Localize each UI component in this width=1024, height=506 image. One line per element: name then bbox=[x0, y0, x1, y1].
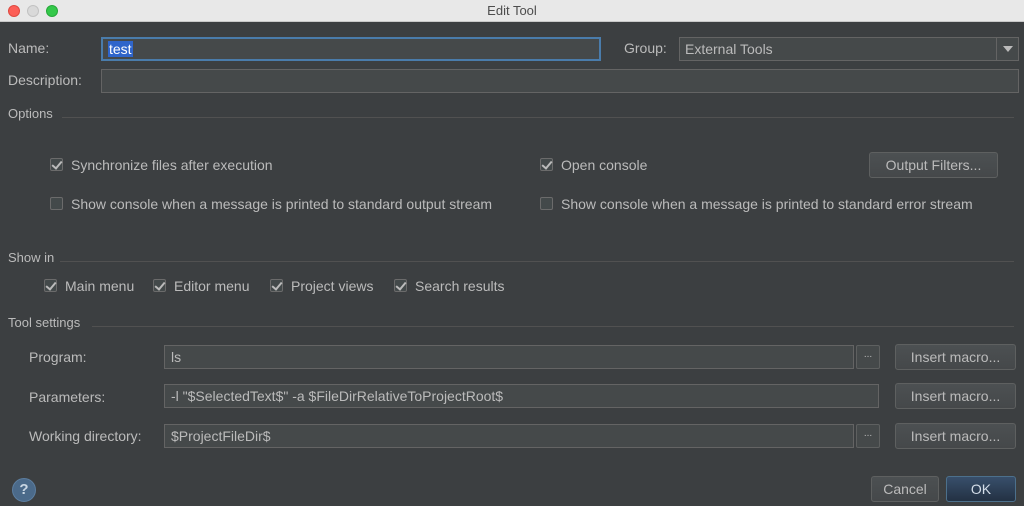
help-button[interactable]: ? bbox=[12, 478, 36, 502]
help-icon: ? bbox=[19, 481, 29, 498]
tool-settings-separator bbox=[92, 326, 1014, 327]
group-select-value: External Tools bbox=[685, 41, 773, 57]
program-input[interactable]: ls bbox=[164, 345, 854, 369]
show-console-stdout-label[interactable]: Show console when a message is printed t… bbox=[71, 196, 492, 212]
main-menu-checkbox[interactable] bbox=[44, 279, 57, 292]
ok-button[interactable]: OK bbox=[946, 476, 1016, 502]
program-insert-macro-button[interactable]: Insert macro... bbox=[895, 344, 1016, 370]
search-results-label[interactable]: Search results bbox=[415, 278, 504, 294]
parameters-insert-macro-button[interactable]: Insert macro... bbox=[895, 383, 1016, 409]
show-console-stderr-label[interactable]: Show console when a message is printed t… bbox=[561, 196, 973, 212]
open-console-label[interactable]: Open console bbox=[561, 157, 647, 173]
title-bar: Edit Tool bbox=[0, 0, 1024, 22]
group-label: Group: bbox=[624, 40, 667, 56]
working-directory-label: Working directory: bbox=[29, 428, 142, 444]
options-heading: Options bbox=[8, 106, 53, 121]
name-input[interactable]: test bbox=[101, 37, 601, 61]
description-label: Description: bbox=[8, 72, 82, 88]
name-label: Name: bbox=[8, 40, 50, 56]
cancel-button[interactable]: Cancel bbox=[871, 476, 939, 502]
show-in-separator bbox=[60, 261, 1014, 262]
parameters-input[interactable]: -l "$SelectedText$" -a $FileDirRelativeT… bbox=[164, 384, 879, 408]
open-console-checkbox[interactable] bbox=[540, 158, 553, 171]
parameters-label: Parameters: bbox=[29, 389, 106, 405]
chevron-down-icon[interactable] bbox=[996, 38, 1018, 60]
search-results-checkbox[interactable] bbox=[394, 279, 407, 292]
program-label: Program: bbox=[29, 349, 87, 365]
sync-files-checkbox[interactable] bbox=[50, 158, 63, 171]
show-console-stdout-checkbox[interactable] bbox=[50, 197, 63, 210]
options-separator bbox=[62, 117, 1014, 118]
project-views-label[interactable]: Project views bbox=[291, 278, 373, 294]
editor-menu-checkbox[interactable] bbox=[153, 279, 166, 292]
show-console-stderr-checkbox[interactable] bbox=[540, 197, 553, 210]
working-directory-input[interactable]: $ProjectFileDir$ bbox=[164, 424, 854, 448]
output-filters-button[interactable]: Output Filters... bbox=[869, 152, 998, 178]
show-in-heading: Show in bbox=[8, 250, 55, 265]
working-directory-browse-button[interactable]: ... bbox=[856, 424, 880, 448]
name-input-value: test bbox=[108, 41, 133, 57]
project-views-checkbox[interactable] bbox=[270, 279, 283, 292]
window-title: Edit Tool bbox=[487, 3, 537, 18]
main-menu-label[interactable]: Main menu bbox=[65, 278, 134, 294]
group-select[interactable]: External Tools bbox=[679, 37, 1019, 61]
tool-settings-heading: Tool settings bbox=[8, 315, 81, 330]
program-browse-button[interactable]: ... bbox=[856, 345, 880, 369]
editor-menu-label[interactable]: Editor menu bbox=[174, 278, 249, 294]
sync-files-label[interactable]: Synchronize files after execution bbox=[71, 157, 273, 173]
description-input[interactable] bbox=[101, 69, 1019, 93]
working-directory-insert-macro-button[interactable]: Insert macro... bbox=[895, 423, 1016, 449]
